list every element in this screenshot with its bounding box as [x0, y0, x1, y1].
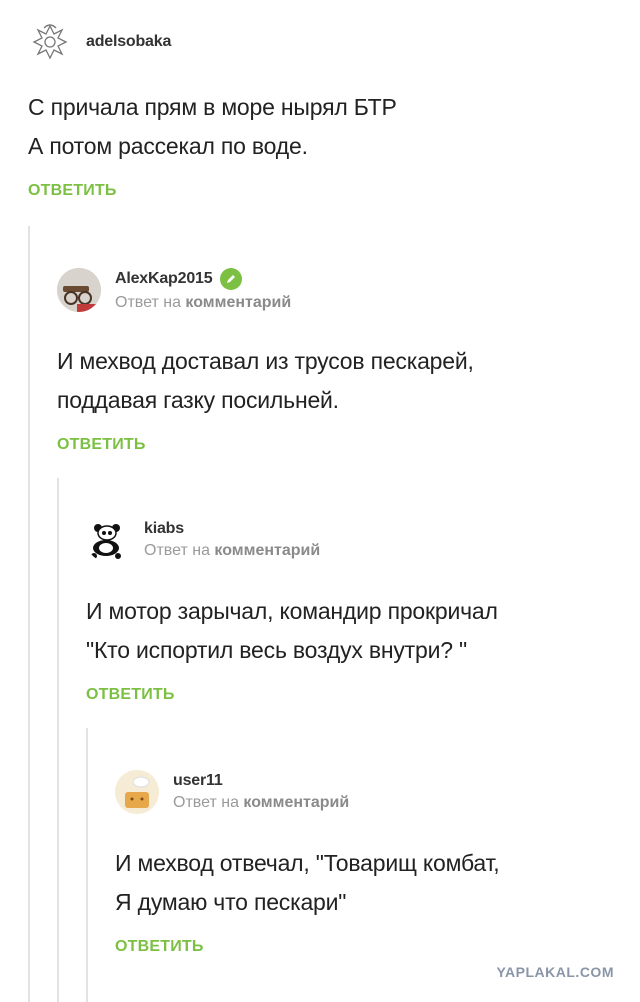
username[interactable]: AlexKap2015 — [115, 270, 213, 287]
comment-user11: user11 Ответ на комментарий И мехвод отв… — [115, 770, 625, 956]
comment-text-line: поддавая газку посильней. — [57, 387, 339, 413]
reply-target-link[interactable]: комментарий — [185, 294, 291, 311]
thread-line — [57, 478, 59, 1002]
reply-button[interactable]: ОТВЕТИТЬ — [86, 686, 626, 704]
reply-target-link[interactable]: комментарий — [214, 542, 320, 559]
reply-target-link[interactable]: комментарий — [243, 794, 349, 811]
reply-to-label: Ответ на комментарий — [115, 294, 291, 312]
comment-text-line: И мехвод доставал из трусов пескарей, — [57, 348, 474, 374]
dragon-emblem-icon[interactable] — [28, 20, 72, 64]
username[interactable]: user11 — [173, 772, 349, 790]
chef-avatar-icon[interactable] — [115, 770, 159, 814]
verified-pencil-icon — [220, 268, 243, 290]
comment-text-line: А потом рассекал по воде. — [28, 133, 308, 159]
reply-button[interactable]: ОТВЕТИТЬ — [57, 436, 627, 454]
comment-kiabs: kiabs Ответ на комментарий И мотор зарыч… — [86, 518, 626, 704]
comment-body: И мотор зарычал, командир прокричал "Кто… — [86, 592, 626, 670]
reply-prefix: Ответ на — [115, 294, 181, 311]
comment-text-line: Я думаю что пескари" — [115, 889, 347, 915]
reply-to-label: Ответ на комментарий — [173, 794, 349, 812]
username[interactable]: adelsobaka — [86, 33, 171, 51]
comment-body: И мехвод доставал из трусов пескарей, по… — [57, 342, 627, 420]
comment-text-line: И мехвод отвечал, "Товарищ комбат, — [115, 850, 500, 876]
reply-to-label: Ответ на комментарий — [144, 542, 320, 560]
comment-body: И мехвод отвечал, "Товарищ комбат, Я дум… — [115, 844, 625, 922]
panda-avatar-icon[interactable] — [86, 518, 130, 562]
site-watermark: YAPLAKAL.COM — [496, 964, 614, 980]
comment-adelsobaka: adelsobaka С причала прям в море нырял Б… — [28, 20, 628, 200]
reply-button[interactable]: ОТВЕТИТЬ — [115, 938, 625, 956]
comment-alexkap2015: AlexKap2015 Ответ на комментарий И мехво… — [57, 268, 627, 454]
comment-header: adelsobaka — [28, 20, 628, 64]
reply-button[interactable]: ОТВЕТИТЬ — [28, 182, 628, 200]
comment-body: С причала прям в море нырял БТР А потом … — [28, 88, 628, 166]
comment-text-line: "Кто испортил весь воздух внутри? " — [86, 637, 468, 663]
comment-header: kiabs Ответ на комментарий — [86, 518, 626, 562]
comment-header: AlexKap2015 Ответ на комментарий — [57, 268, 627, 312]
reply-prefix: Ответ на — [144, 542, 210, 559]
username[interactable]: kiabs — [144, 520, 320, 538]
cannon-avatar-icon[interactable] — [57, 268, 101, 312]
comment-text-line: С причала прям в море нырял БТР — [28, 94, 397, 120]
thread-line — [86, 728, 88, 1002]
reply-prefix: Ответ на — [173, 794, 239, 811]
thread-line — [28, 226, 30, 1002]
comment-text-line: И мотор зарычал, командир прокричал — [86, 598, 498, 624]
comment-header: user11 Ответ на комментарий — [115, 770, 625, 814]
